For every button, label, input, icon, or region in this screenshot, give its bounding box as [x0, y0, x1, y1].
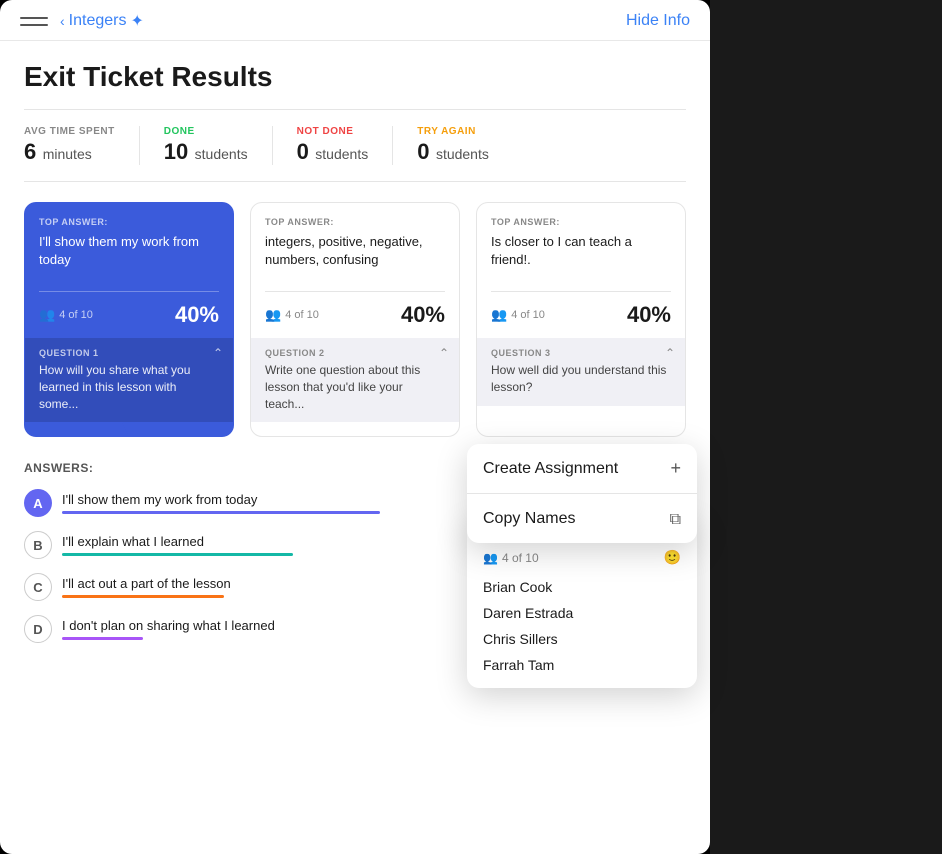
popup-menu: Create Assignment Copy Names	[467, 444, 697, 543]
stat-avg-time: AVG TIME SPENT 6 minutes	[24, 126, 140, 165]
q-number-1: QUESTION 1	[39, 348, 219, 358]
students-count: 4 of 10	[502, 551, 539, 565]
divider-2	[24, 181, 686, 182]
plus-icon	[670, 458, 681, 479]
balloon-pointer-1	[122, 422, 136, 436]
q-card-stats-3: 👥 4 of 10 40%	[477, 292, 685, 338]
people-icon-2: 👥	[265, 307, 281, 323]
sparkle-icon: ✦	[130, 11, 143, 31]
question-cards: TOP ANSWER: I'll show them my work from …	[24, 202, 686, 437]
q-card-bottom-2: ⌃ QUESTION 2 Write one question about th…	[251, 338, 459, 422]
q-text-1: How will you share what you learned in t…	[39, 362, 219, 412]
try-again-value-row: 0 students	[417, 139, 489, 165]
done-unit: students	[195, 146, 248, 162]
answer-letter-a: A	[24, 489, 52, 517]
chevron-up-icon-3: ⌃	[665, 346, 675, 360]
not-done-value-row: 0 students	[297, 139, 369, 165]
student-count-1: 👥 4 of 10	[39, 307, 93, 323]
answer-bar-c	[62, 595, 224, 598]
stat-not-done: NOT DONE 0 students	[297, 126, 394, 165]
try-again-unit: students	[436, 146, 489, 162]
copy-names-button[interactable]: Copy Names	[467, 494, 697, 543]
percent-2: 40%	[401, 302, 445, 328]
answer-bar-b	[62, 553, 293, 556]
chevron-up-icon-2: ⌃	[439, 346, 449, 360]
done-value: 10	[164, 139, 188, 164]
done-value-row: 10 students	[164, 139, 248, 165]
student-count-3: 👥 4 of 10	[491, 307, 545, 323]
copy-icon	[670, 508, 681, 529]
q-text-2: Write one question about this lesson tha…	[265, 362, 445, 412]
divider-1	[24, 109, 686, 110]
answer-bar-a	[62, 511, 380, 514]
people-icon-3: 👥	[491, 307, 507, 323]
top-answer-text-2: integers, positive, negative, numbers, c…	[265, 233, 445, 281]
q-card-bottom-3: ⌃ QUESTION 3 How well did you understand…	[477, 338, 685, 406]
top-answer-label-2: TOP ANSWER:	[265, 217, 445, 227]
create-assignment-button[interactable]: Create Assignment	[467, 444, 697, 493]
top-answer-text-1: I'll show them my work from today	[39, 233, 219, 281]
students-count-row: 👥 4 of 10 🙂	[467, 545, 697, 574]
top-answer-text-3: Is closer to I can teach a friend!.	[491, 233, 671, 281]
students-people-icon: 👥	[483, 551, 498, 565]
stat-done: DONE 10 students	[164, 126, 273, 165]
dark-background	[710, 0, 942, 854]
avg-time-unit: minutes	[43, 146, 92, 162]
answer-letter-b: B	[24, 531, 52, 559]
percent-1: 40%	[175, 302, 219, 328]
try-again-value: 0	[417, 139, 429, 164]
done-label: DONE	[164, 126, 248, 137]
page-title: Exit Ticket Results	[24, 61, 686, 93]
students-panel: STUDENTS: 👥 4 of 10 🙂 Brian Cook Daren E…	[467, 518, 697, 688]
student-name-2: Daren Estrada	[467, 600, 697, 626]
breadcrumb-title: Integers	[69, 12, 127, 30]
q-card-bottom-1: ⌃ QUESTION 1 How will you share what you…	[25, 338, 233, 422]
avg-time-label: AVG TIME SPENT	[24, 126, 115, 137]
create-assignment-label: Create Assignment	[483, 460, 618, 478]
breadcrumb[interactable]: ‹ Integers ✦	[60, 11, 144, 31]
q-number-3: QUESTION 3	[491, 348, 671, 358]
people-icon-1: 👥	[39, 307, 55, 323]
hide-info-button[interactable]: Hide Info	[626, 12, 690, 30]
avg-time-value-row: 6 minutes	[24, 139, 115, 165]
student-count-2: 👥 4 of 10	[265, 307, 319, 323]
answer-letter-d: D	[24, 615, 52, 643]
top-answer-label-3: TOP ANSWER:	[491, 217, 671, 227]
q-card-top-3: TOP ANSWER: Is closer to I can teach a f…	[477, 203, 685, 291]
stat-try-again: TRY AGAIN 0 students	[417, 126, 513, 165]
sidebar-toggle-button[interactable]	[20, 10, 48, 32]
top-answer-label-1: TOP ANSWER:	[39, 217, 219, 227]
not-done-label: NOT DONE	[297, 126, 369, 137]
students-count-left: 👥 4 of 10	[483, 551, 539, 565]
not-done-value: 0	[297, 139, 309, 164]
question-card-1[interactable]: TOP ANSWER: I'll show them my work from …	[24, 202, 234, 437]
avg-time-value: 6	[24, 139, 36, 164]
back-chevron-icon: ‹	[60, 13, 65, 29]
chevron-up-icon-1: ⌃	[213, 346, 223, 360]
percent-3: 40%	[627, 302, 671, 328]
question-card-3[interactable]: TOP ANSWER: Is closer to I can teach a f…	[476, 202, 686, 437]
q-card-stats-1: 👥 4 of 10 40%	[25, 292, 233, 338]
student-name-4: Farrah Tam	[467, 652, 697, 678]
q-card-stats-2: 👥 4 of 10 40%	[251, 292, 459, 338]
student-name-1: Brian Cook	[467, 574, 697, 600]
q-number-2: QUESTION 2	[265, 348, 445, 358]
q-card-top-1: TOP ANSWER: I'll show them my work from …	[25, 203, 233, 291]
q-card-top-2: TOP ANSWER: integers, positive, negative…	[251, 203, 459, 291]
stats-row: AVG TIME SPENT 6 minutes DONE 10 student…	[24, 126, 686, 165]
question-card-2[interactable]: TOP ANSWER: integers, positive, negative…	[250, 202, 460, 437]
not-done-unit: students	[315, 146, 368, 162]
student-name-3: Chris Sillers	[467, 626, 697, 652]
try-again-label: TRY AGAIN	[417, 126, 489, 137]
copy-names-label: Copy Names	[483, 510, 575, 528]
smile-icon: 🙂	[664, 549, 681, 566]
answer-letter-c: C	[24, 573, 52, 601]
answer-bar-d	[62, 637, 143, 640]
top-bar-left: ‹ Integers ✦	[20, 10, 144, 32]
q-text-3: How well did you understand this lesson?	[491, 362, 671, 396]
top-bar: ‹ Integers ✦ Hide Info	[0, 0, 710, 41]
main-panel: ‹ Integers ✦ Hide Info Exit Ticket Resul…	[0, 0, 710, 854]
